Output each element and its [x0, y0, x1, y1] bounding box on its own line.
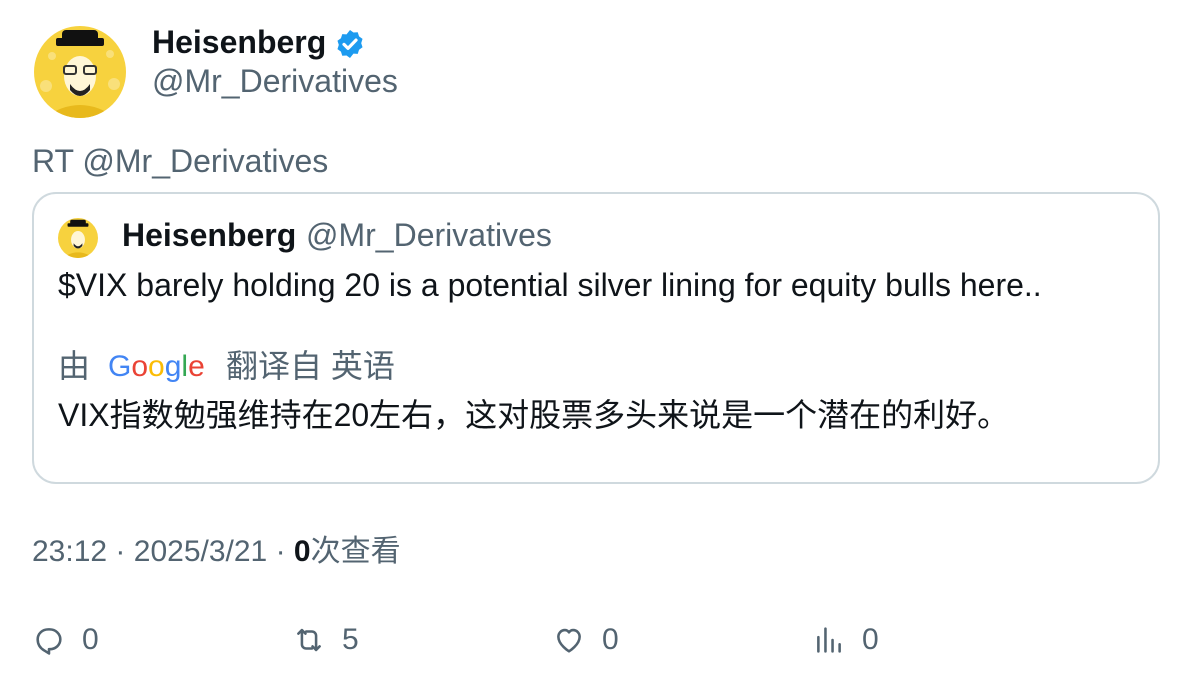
author-avatar[interactable]: [34, 26, 126, 118]
quoted-tweet-text: $VIX barely holding 20 is a potential si…: [58, 267, 1042, 303]
meta-separator: ·: [115, 535, 126, 568]
views-count: 0: [293, 535, 311, 568]
quoted-author-handle[interactable]: @Mr_Derivatives: [306, 215, 552, 255]
analytics-icon: [817, 627, 841, 653]
verified-badge-icon: [337, 30, 363, 58]
like-button[interactable]: 0: [552, 620, 619, 660]
reply-icon: [36, 628, 62, 655]
views-count: 0: [862, 623, 879, 656]
tweet-meta: 23:12 · 2025/3/21 · 0次查看: [32, 532, 401, 572]
tweet-time[interactable]: 23:12: [32, 535, 107, 568]
heart-icon: [557, 628, 581, 653]
views-label: 次查看: [310, 535, 401, 568]
quoted-author-name[interactable]: Heisenberg: [122, 215, 296, 255]
retweet-text: RT @Mr_Derivatives: [32, 143, 329, 179]
quoted-tweet-card[interactable]: Heisenberg @Mr_Derivatives $VIX barely h…: [32, 192, 1160, 484]
meta-separator: ·: [275, 535, 286, 568]
quoted-author-avatar[interactable]: [58, 218, 98, 258]
tweet-date[interactable]: 2025/3/21: [134, 535, 267, 568]
reply-count: 0: [82, 623, 99, 656]
svg-text:Google: Google: [108, 350, 205, 383]
analytics-button[interactable]: 0: [812, 620, 879, 660]
google-logo-icon: Google: [108, 350, 205, 383]
translate-by-label: 由: [58, 348, 91, 384]
like-count: 0: [602, 623, 619, 656]
translated-text: VIX指数勉强维持在20左右，这对股票多头来说是一个潜在的利好。: [58, 397, 1010, 433]
author-handle[interactable]: @Mr_Derivatives: [152, 61, 398, 101]
author-name[interactable]: Heisenberg: [152, 22, 326, 62]
retweet-icon: [297, 628, 321, 652]
retweet-button[interactable]: 5: [292, 620, 359, 660]
translate-source-language[interactable]: 翻译自 英语: [226, 346, 395, 386]
avatar-image: [58, 218, 98, 258]
reply-button[interactable]: 0: [32, 620, 99, 660]
retweet-count: 5: [342, 623, 359, 656]
avatar-image: [34, 26, 126, 118]
